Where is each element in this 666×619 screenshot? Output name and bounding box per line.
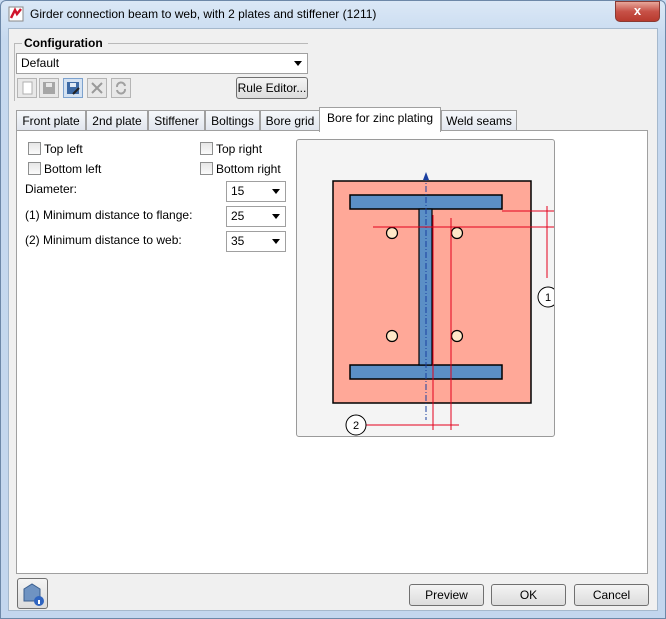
diameter-select[interactable]: 15 (226, 181, 286, 202)
refresh-icon (116, 81, 126, 95)
tab-2nd-plate[interactable]: 2nd plate (86, 110, 148, 130)
cancel-button[interactable]: Cancel (574, 584, 649, 606)
bore-top-left (385, 226, 399, 240)
dist-flange-value: 25 (231, 209, 245, 223)
diagram-panel: 1 2 (296, 139, 559, 437)
tab-stiffener[interactable]: Stiffener (148, 110, 205, 130)
tab-weld-seams[interactable]: Weld seams (441, 110, 517, 130)
save-icon (43, 82, 55, 94)
bottom-left-label: Bottom left (44, 162, 102, 176)
delete-icon (91, 82, 103, 94)
close-icon: x (633, 3, 642, 18)
dist-web-select[interactable]: 35 (226, 231, 286, 252)
bore-top-right (450, 226, 464, 240)
configuration-title: Configuration (24, 36, 103, 50)
girder-diagram: 1 2 (332, 172, 559, 436)
configuration-divider (108, 43, 308, 44)
window-title: Girder connection beam to web, with 2 pl… (30, 7, 377, 21)
save-as-icon (67, 82, 80, 95)
bottom-right-checkbox[interactable] (200, 162, 213, 175)
dist-flange-label: (1) Minimum distance to flange: (25, 208, 193, 222)
top-left-checkbox[interactable] (28, 142, 41, 155)
tab-front-plate[interactable]: Front plate (16, 110, 86, 130)
preview-button[interactable]: Preview (409, 584, 484, 606)
refresh-config-button[interactable] (111, 78, 131, 98)
dist-web-value: 35 (231, 234, 245, 248)
tab-bore-for-zinc-plating[interactable]: Bore for zinc plating (319, 107, 441, 132)
tab-boltings[interactable]: Boltings (205, 110, 260, 130)
chevron-down-icon (272, 239, 280, 244)
save-config-button[interactable] (39, 78, 59, 98)
bore-bottom-right (450, 329, 464, 343)
configuration-border-top (14, 43, 22, 44)
diameter-value: 15 (231, 184, 245, 198)
delete-config-button[interactable] (87, 78, 107, 98)
bottom-right-label: Bottom right (216, 162, 281, 176)
configuration-value: Default (21, 56, 60, 70)
dist-flange-select[interactable]: 25 (226, 206, 286, 227)
new-icon (22, 81, 33, 95)
chevron-down-icon (272, 189, 280, 194)
tab-bore-grid[interactable]: Bore grid (260, 110, 320, 130)
info-button[interactable] (17, 578, 48, 609)
rule-editor-button[interactable]: Rule Editor... (236, 77, 308, 99)
top-right-label: Top right (216, 142, 263, 156)
dist-web-label: (2) Minimum distance to web: (25, 233, 182, 247)
dimension-marker-2-label: 2 (353, 420, 359, 432)
axis-arrow-icon (423, 172, 429, 180)
bore-bottom-left (385, 329, 399, 343)
configuration-border-left (14, 43, 15, 101)
ok-button[interactable]: OK (491, 584, 566, 606)
chevron-down-icon (294, 61, 302, 66)
top-left-label: Top left (44, 142, 83, 156)
app-icon (8, 6, 24, 22)
bottom-left-checkbox[interactable] (28, 162, 41, 175)
building-info-icon (23, 583, 44, 606)
chevron-down-icon (272, 214, 280, 219)
close-button[interactable]: x (615, 1, 660, 22)
save-as-config-button[interactable] (63, 78, 83, 98)
top-right-checkbox[interactable] (200, 142, 213, 155)
configuration-select[interactable]: Default (16, 53, 308, 74)
diameter-label: Diameter: (25, 182, 78, 196)
title-bar: Girder connection beam to web, with 2 pl… (0, 0, 666, 28)
new-config-button[interactable] (17, 78, 37, 98)
dimension-marker-1-label: 1 (545, 292, 551, 304)
